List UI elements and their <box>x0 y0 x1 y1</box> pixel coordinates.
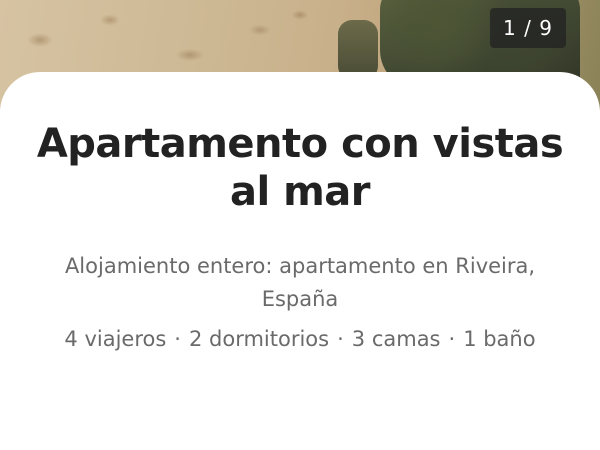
listing-screen: 1 / 9 Apartamento con vistas al mar Aloj… <box>0 0 600 450</box>
baths-count: 1 baño <box>463 327 536 351</box>
listing-title: Apartamento con vistas al mar <box>36 121 564 215</box>
listing-subtitle: Alojamiento entero: apartamento en Rivei… <box>64 254 536 311</box>
details-separator: · <box>337 327 344 351</box>
beds-count: 3 camas <box>351 327 441 351</box>
details-separator: · <box>448 327 456 351</box>
listing-details-sheet: Apartamento con vistas al mar Alojamient… <box>0 72 600 450</box>
bedrooms-count: 2 dormitorios <box>188 327 330 351</box>
photo-rock-small <box>338 20 378 80</box>
details-separator: · <box>174 327 181 351</box>
guests-count: 4 viajeros <box>64 327 167 351</box>
listing-details: 4 viajeros · 2 dormitorios · 3 camas · 1 baño <box>30 322 570 357</box>
photo-counter: 1 / 9 <box>490 8 566 48</box>
